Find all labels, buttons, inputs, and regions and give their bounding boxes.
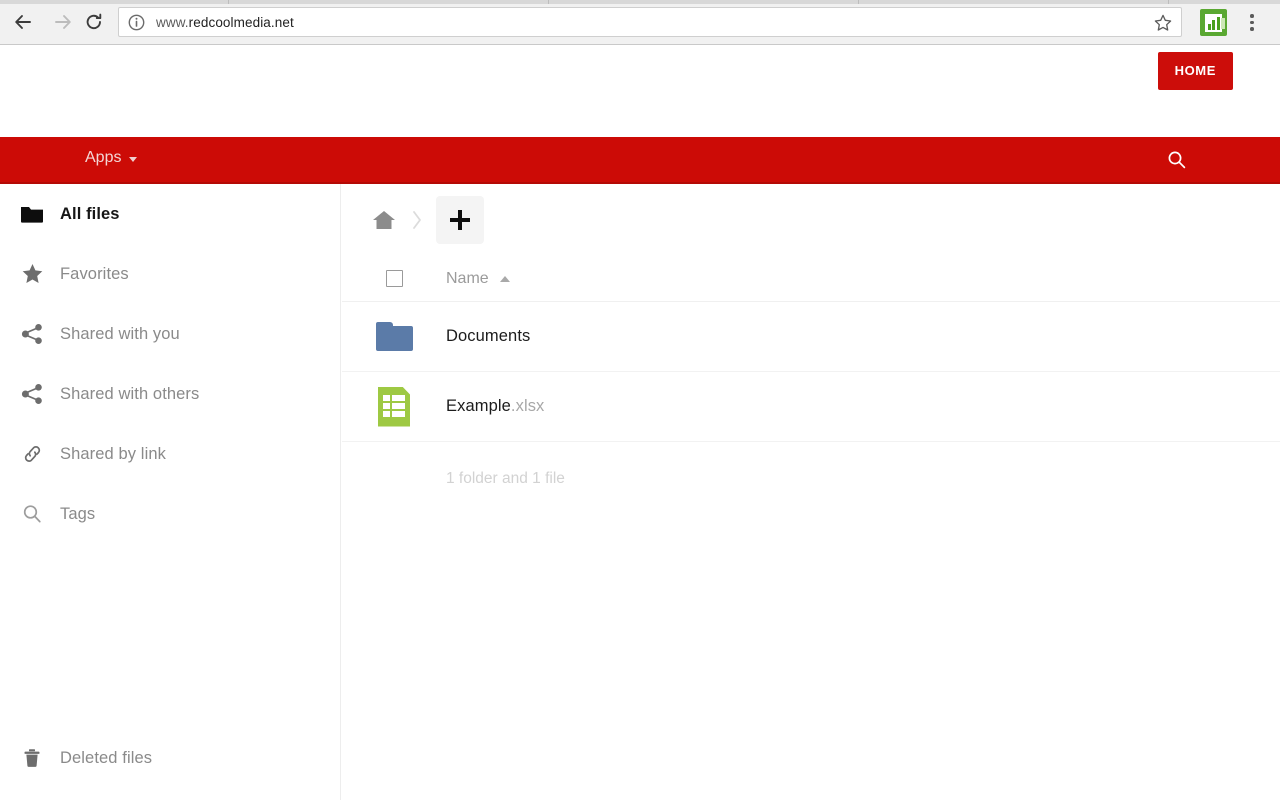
select-all-cell [342, 270, 446, 287]
column-header-label: Name [446, 270, 489, 288]
apps-menu-label: Apps [85, 149, 121, 167]
url-domain: redcoolmedia.net [189, 15, 294, 30]
page-info-icon[interactable] [128, 14, 145, 31]
trash-icon [20, 746, 44, 770]
sidebar-item-favorites[interactable]: Favorites [0, 244, 340, 304]
three-dot-menu-icon[interactable] [1240, 9, 1264, 36]
arrow-right-icon [53, 12, 73, 32]
apps-menu[interactable]: Apps [85, 149, 137, 167]
table-row[interactable]: Documents [342, 302, 1280, 372]
main-content: Name Documents Example.xlsx [342, 184, 1280, 800]
chevron-right-icon [406, 200, 428, 240]
forward-button[interactable] [48, 7, 78, 37]
file-name-base: Documents [446, 327, 530, 345]
sidebar-item-all-files[interactable]: All files [0, 184, 340, 244]
app-navigation-bar: Apps [0, 137, 1280, 184]
search-icon[interactable] [1166, 149, 1188, 171]
url-prefix: www. [156, 15, 189, 30]
table-row[interactable]: Example.xlsx [342, 372, 1280, 442]
breadcrumb [342, 184, 1280, 256]
sort-ascending-icon [500, 276, 510, 282]
address-bar-url: www.redcoolmedia.net [156, 15, 294, 30]
extension-chart-glyph [1205, 14, 1222, 32]
file-list-summary: 1 folder and 1 file [342, 442, 1280, 488]
file-name[interactable]: Documents [446, 327, 530, 346]
sidebar-bottom-section: Deleted files [0, 728, 341, 788]
browser-chrome: www.redcoolmedia.net [0, 0, 1280, 45]
sidebar-item-label: Shared with others [60, 385, 199, 404]
sidebar: All files Favorites Shared with you [0, 184, 341, 800]
folder-icon [20, 202, 44, 226]
reload-button[interactable] [79, 7, 109, 37]
tab-strip [0, 0, 1280, 4]
sidebar-item-shared-with-you[interactable]: Shared with you [0, 304, 340, 364]
sidebar-item-label: Tags [60, 505, 95, 524]
sidebar-item-deleted-files[interactable]: Deleted files [0, 728, 341, 788]
plus-icon [450, 210, 470, 230]
back-button[interactable] [8, 7, 38, 37]
spreadsheet-icon [378, 387, 410, 427]
sidebar-item-label: Shared with you [60, 325, 180, 344]
file-name-base: Example [446, 397, 511, 415]
chevron-down-icon [129, 157, 137, 162]
star-icon [20, 262, 44, 286]
reload-icon [84, 12, 104, 32]
sidebar-item-label: Deleted files [60, 749, 152, 768]
share-icon [20, 382, 44, 406]
sidebar-item-label: Shared by link [60, 445, 166, 464]
sidebar-item-shared-with-others[interactable]: Shared with others [0, 364, 340, 424]
bookmark-star-icon[interactable] [1153, 13, 1173, 33]
share-icon [20, 322, 44, 346]
column-header-name[interactable]: Name [446, 270, 510, 288]
search-icon [20, 502, 44, 526]
site-header: HOME [0, 45, 1280, 137]
file-name[interactable]: Example.xlsx [446, 397, 544, 416]
home-icon[interactable] [364, 200, 404, 240]
home-button[interactable]: HOME [1158, 52, 1233, 90]
link-icon [20, 442, 44, 466]
address-bar[interactable]: www.redcoolmedia.net [118, 7, 1182, 37]
sidebar-item-label: All files [60, 205, 120, 224]
file-icon-cell [342, 387, 446, 427]
select-all-checkbox[interactable] [386, 270, 403, 287]
file-name-extension: .xlsx [511, 397, 545, 415]
arrow-left-icon [13, 12, 33, 32]
spreadsheet-extension-icon[interactable] [1200, 9, 1227, 36]
add-new-button[interactable] [436, 196, 484, 244]
file-list-header: Name [342, 256, 1280, 302]
file-list: Name Documents Example.xlsx [342, 256, 1280, 488]
file-icon-cell [342, 322, 446, 351]
sidebar-item-tags[interactable]: Tags [0, 484, 340, 544]
sidebar-item-shared-by-link[interactable]: Shared by link [0, 424, 340, 484]
folder-icon [376, 322, 413, 351]
sidebar-item-label: Favorites [60, 265, 129, 284]
